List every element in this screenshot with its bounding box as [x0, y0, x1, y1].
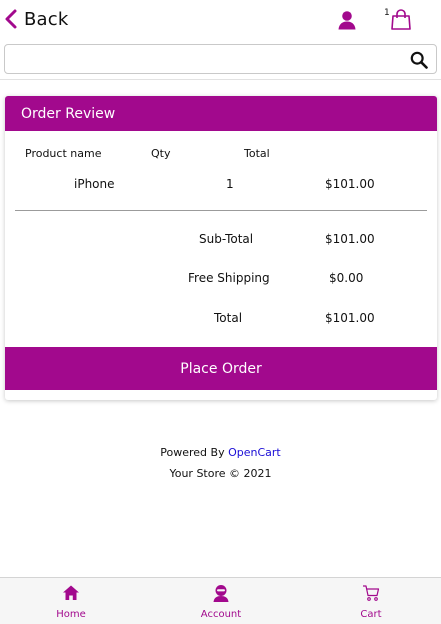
checkout-page: Back 1 Order Review Product name Qty Tot… [0, 0, 441, 624]
column-header-total: Total [244, 147, 270, 160]
shopping-bag-icon[interactable] [390, 9, 412, 31]
top-header: Back 1 [0, 0, 441, 42]
powered-by-text: Powered By [160, 446, 225, 459]
account-icon [213, 585, 229, 602]
place-order-button[interactable]: Place Order [5, 347, 437, 390]
cart-count-badge: 1 [384, 8, 390, 18]
back-label: Back [24, 8, 69, 30]
search-icon[interactable] [410, 51, 428, 69]
total-value: $101.00 [325, 311, 375, 325]
cart-icon [363, 585, 380, 601]
bottom-nav: Home Account Cart [0, 577, 441, 624]
total-label: Total [214, 311, 243, 325]
shipping-value: $0.00 [329, 271, 364, 285]
nav-home-label: Home [56, 609, 86, 620]
column-header-product: Product name [25, 147, 102, 160]
store-copyright: Your Store © 2021 [169, 467, 272, 480]
item-qty: 1 [226, 177, 234, 191]
items-divider [15, 210, 427, 211]
order-review-header: Order Review [5, 96, 437, 131]
search-bar [4, 44, 437, 74]
home-icon [63, 585, 79, 600]
header-divider [0, 79, 441, 80]
order-review-card: Order Review Product name Qty Total iPho… [5, 96, 437, 400]
subtotal-label: Sub-Total [199, 232, 254, 246]
user-icon[interactable] [337, 10, 357, 30]
opencart-link[interactable]: OpenCart [228, 446, 281, 459]
item-name: iPhone [74, 177, 115, 191]
back-button[interactable]: Back [4, 8, 69, 30]
item-total: $101.00 [325, 177, 375, 191]
nav-cart-label: Cart [360, 609, 382, 620]
chevron-left-icon [5, 9, 17, 29]
nav-home[interactable]: Home [21, 578, 121, 624]
subtotal-value: $101.00 [325, 232, 375, 246]
search-input[interactable] [5, 45, 400, 73]
column-header-qty: Qty [151, 147, 171, 160]
nav-account[interactable]: Account [171, 578, 271, 624]
nav-cart[interactable]: Cart [321, 578, 421, 624]
order-review-title: Order Review [21, 106, 116, 122]
powered-by: Powered By OpenCart [0, 446, 441, 459]
nav-account-label: Account [200, 609, 242, 620]
shipping-label: Free Shipping [188, 271, 270, 285]
